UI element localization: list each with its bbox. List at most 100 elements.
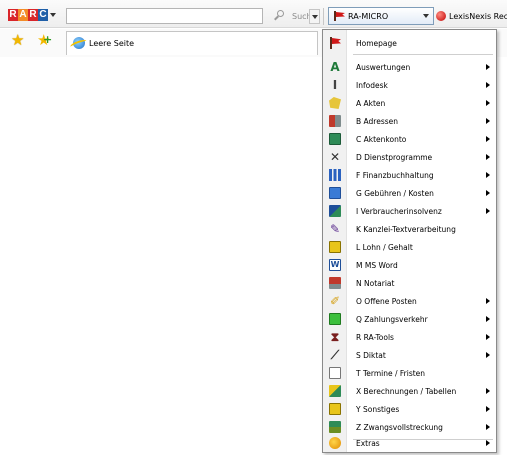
menu-item-g-gebuehren-kosten[interactable]: G Gebühren / Kosten xyxy=(323,184,496,202)
extras-icon xyxy=(329,437,341,449)
ra-tools-icon: ⧗ xyxy=(330,330,340,344)
logo-letter: R xyxy=(8,9,18,21)
tools-icon: ✕ xyxy=(329,150,341,164)
menu-item-x-berechnungen-tabellen[interactable]: X Berechnungen / Tabellen xyxy=(323,382,496,400)
ra-micro-logo[interactable]: R A R C xyxy=(8,9,48,21)
menu-item-l-lohn-gehalt[interactable]: L Lohn / Gehalt xyxy=(323,238,496,256)
toolbar-divider xyxy=(323,8,324,25)
logo-letter: C xyxy=(38,9,48,21)
logo-dropdown-icon[interactable] xyxy=(50,13,56,17)
menu-item-r-ra-tools[interactable]: ⧗ R RA-Tools xyxy=(323,328,496,346)
menu-item-o-offene-posten[interactable]: ✐ O Offene Posten xyxy=(323,292,496,310)
ra-micro-dropdown-menu: Homepage A Auswertungen I Infodesk A Akt… xyxy=(322,29,497,453)
menu-item-y-sonstiges[interactable]: Y Sonstiges xyxy=(323,400,496,418)
logo-letter: A xyxy=(18,9,28,21)
tab-label: Leere Seite xyxy=(89,39,135,48)
submenu-arrow-icon xyxy=(486,118,490,124)
submenu-arrow-icon xyxy=(486,440,490,446)
ra-micro-button-label: RA-MICRO xyxy=(348,12,389,21)
submenu-arrow-icon xyxy=(486,316,490,322)
menu-item-label: C Aktenkonto xyxy=(356,135,407,144)
submenu-arrow-icon xyxy=(486,298,490,304)
menu-item-label: Q Zahlungsverkehr xyxy=(356,315,428,324)
calendar-icon xyxy=(329,367,341,379)
payroll-icon xyxy=(329,241,341,253)
open-items-icon: ✐ xyxy=(329,294,341,308)
letter-a-icon: A xyxy=(330,60,340,74)
menu-item-label: B Adressen xyxy=(356,117,399,126)
menu-item-label: Y Sonstiges xyxy=(356,405,400,414)
ra-micro-menu-button[interactable]: RA-MICRO xyxy=(328,7,434,25)
menu-item-label: M MS Word xyxy=(356,261,398,270)
word-icon: W xyxy=(329,259,341,271)
pen-icon: ✎ xyxy=(329,222,341,236)
flag-icon xyxy=(334,11,347,21)
submenu-arrow-icon xyxy=(486,352,490,358)
menu-item-label: Extras xyxy=(356,439,380,448)
favorites-star-icon[interactable]: ★ xyxy=(11,31,24,49)
menu-item-infodesk[interactable]: I Infodesk xyxy=(323,76,496,94)
calculation-icon xyxy=(329,385,341,397)
menu-item-label: Homepage xyxy=(356,39,397,48)
address-book-icon xyxy=(329,115,341,127)
menu-item-d-dienstprogramme[interactable]: ✕ D Dienstprogramme xyxy=(323,148,496,166)
tab-blank-page[interactable]: Leere Seite xyxy=(66,31,318,55)
menu-item-auswertungen[interactable]: A Auswertungen xyxy=(323,58,496,76)
menu-item-label: A Akten xyxy=(356,99,386,108)
payment-icon xyxy=(329,313,341,325)
submenu-arrow-icon xyxy=(486,334,490,340)
menu-item-k-kanzlei-textverarbeitung[interactable]: ✎ K Kanzlei-Textverarbeitung xyxy=(323,220,496,238)
lexisnexis-icon xyxy=(436,11,446,21)
add-favorite-icon[interactable]: ★ + xyxy=(37,31,52,49)
menu-item-label: Auswertungen xyxy=(356,63,411,72)
menu-item-b-adressen[interactable]: B Adressen xyxy=(323,112,496,130)
folder-icon xyxy=(329,97,341,109)
menu-item-label: L Lohn / Gehalt xyxy=(356,243,413,252)
flag-icon xyxy=(329,37,341,49)
menu-item-m-ms-word[interactable]: W M MS Word xyxy=(323,256,496,274)
menu-item-label: S Diktat xyxy=(356,351,386,360)
submenu-arrow-icon xyxy=(486,154,490,160)
info-pillar-icon: I xyxy=(332,78,338,92)
menu-item-label: G Gebühren / Kosten xyxy=(356,189,434,198)
submenu-arrow-icon xyxy=(486,172,490,178)
enforcement-icon xyxy=(329,421,341,433)
menu-item-label: N Notariat xyxy=(356,279,395,288)
submenu-arrow-icon xyxy=(486,100,490,106)
menu-item-c-aktenkonto[interactable]: C Aktenkonto xyxy=(323,130,496,148)
chevron-down-icon xyxy=(423,14,429,18)
toolbar-input[interactable] xyxy=(66,8,263,24)
menu-item-f-finanzbuchhaltung[interactable]: F Finanzbuchhaltung xyxy=(323,166,496,184)
search-icon[interactable] xyxy=(274,10,289,22)
menu-item-extras[interactable]: Extras xyxy=(323,434,496,452)
misc-icon xyxy=(329,403,341,415)
submenu-arrow-icon xyxy=(486,388,490,394)
insolvency-icon xyxy=(329,205,341,217)
logo-letter: R xyxy=(28,9,38,21)
bar-chart-icon xyxy=(329,169,341,181)
submenu-arrow-icon xyxy=(486,406,490,412)
submenu-arrow-icon xyxy=(486,190,490,196)
menu-item-label: Infodesk xyxy=(356,81,388,90)
browser-toolbar: R A R C Suche RA-MICRO LexisNexis Rec xyxy=(0,0,507,28)
lexisnexis-button[interactable]: LexisNexis Rec xyxy=(436,9,507,23)
internet-explorer-icon xyxy=(73,37,85,49)
menu-item-s-diktat[interactable]: ⟋ S Diktat xyxy=(323,346,496,364)
menu-item-label: K Kanzlei-Textverarbeitung xyxy=(356,225,456,234)
lexisnexis-label: LexisNexis Rec xyxy=(449,11,507,21)
submenu-arrow-icon xyxy=(486,208,490,214)
menu-item-q-zahlungsverkehr[interactable]: Q Zahlungsverkehr xyxy=(323,310,496,328)
menu-item-homepage[interactable]: Homepage xyxy=(323,34,496,52)
menu-item-a-akten[interactable]: A Akten xyxy=(323,94,496,112)
ledger-icon xyxy=(329,133,341,145)
menu-item-t-termine-fristen[interactable]: T Termine / Fristen xyxy=(323,364,496,382)
menu-item-label: F Finanzbuchhaltung xyxy=(356,171,434,180)
search-dropdown-button[interactable] xyxy=(309,9,320,24)
menu-item-label: T Termine / Fristen xyxy=(356,369,426,378)
submenu-arrow-icon xyxy=(486,424,490,430)
submenu-arrow-icon xyxy=(486,64,490,70)
menu-item-i-verbraucherinsolvenz[interactable]: I Verbraucherinsolvenz xyxy=(323,202,496,220)
calculator-icon xyxy=(329,187,341,199)
menu-item-n-notariat[interactable]: N Notariat xyxy=(323,274,496,292)
menu-item-label: R RA-Tools xyxy=(356,333,394,342)
